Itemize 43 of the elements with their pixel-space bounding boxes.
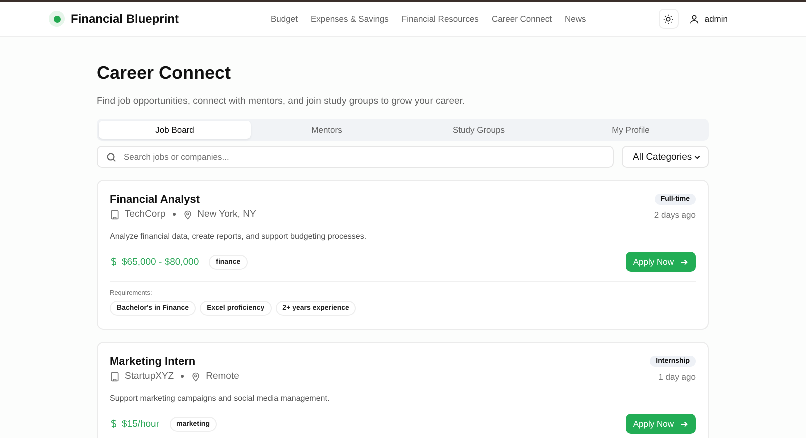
salary-range: $65,000 - $80,000 [110, 256, 200, 268]
nav-link[interactable]: News [564, 14, 586, 24]
job-location: New York, NY [198, 209, 256, 220]
category-dropdown[interactable]: All Categories [622, 146, 709, 168]
logo-icon [49, 11, 65, 27]
job-description: Analyze financial data, create reports, and support budgeting processes. [110, 232, 368, 241]
location-pin-icon [191, 372, 202, 382]
nav-link[interactable]: Budget [271, 14, 298, 24]
job-location: Remote [206, 371, 240, 382]
theme-toggle-button[interactable] [658, 9, 679, 29]
user-icon [688, 14, 700, 24]
salary-range: $15/hour [110, 418, 160, 430]
nav-link[interactable]: Expenses & Savings [310, 14, 389, 24]
apply-button[interactable]: Apply Now [626, 414, 696, 434]
arrow-right-icon [680, 420, 689, 428]
separator-dot-icon [181, 375, 184, 378]
user-menu-button[interactable]: admin [688, 14, 756, 24]
nav-link[interactable]: Career Connect [492, 14, 552, 24]
tab[interactable]: Study Groups [403, 121, 555, 139]
job-description: Support marketing campaigns and social media management. [110, 394, 331, 403]
building-icon [110, 210, 120, 220]
sun-icon [663, 14, 674, 24]
dollar-icon [110, 419, 118, 429]
nav-link[interactable]: Financial Resources [402, 14, 479, 24]
page-title: Career Connect [97, 63, 232, 84]
tab[interactable]: Job Board [99, 121, 251, 139]
location-pin-icon [182, 210, 193, 220]
company-name: TechCorp [125, 209, 166, 220]
search-field[interactable]: Search jobs or companies... [97, 146, 614, 168]
page-subtitle: Find job opportunities, connect with mentors, and join study groups to grow your career. [97, 96, 466, 107]
job-title: Marketing Intern [110, 356, 197, 368]
company-name: StartupXYZ [125, 371, 174, 382]
tab[interactable]: My Profile [555, 121, 707, 139]
posted-time: 2 days ago [654, 210, 696, 220]
posted-time: 1 day ago [658, 372, 696, 382]
separator-dot-icon [172, 213, 176, 216]
building-icon [110, 372, 120, 382]
job-title: Financial Analyst [110, 194, 202, 206]
tab[interactable]: Mentors [251, 121, 403, 139]
apply-button[interactable]: Apply Now [626, 252, 696, 272]
arrow-right-icon [680, 258, 689, 266]
brand-name[interactable]: Financial Blueprint [71, 12, 180, 26]
dollar-icon [110, 257, 118, 267]
